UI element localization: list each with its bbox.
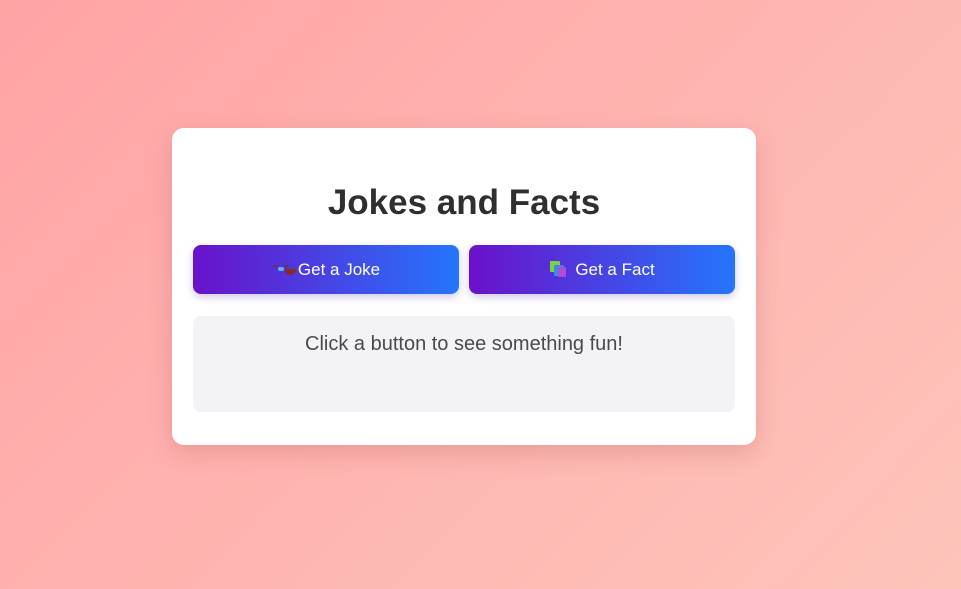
get-fact-label: Get a Fact	[575, 259, 655, 279]
button-row: Get a Joke Get a Fact	[193, 245, 735, 294]
output-panel: Click a button to see something fun!	[193, 316, 735, 412]
laughing-face-icon	[272, 260, 297, 279]
main-card: Jokes and Facts Get a Joke Get a Fact Cl…	[172, 128, 756, 445]
books-icon	[549, 260, 568, 279]
page-title: Jokes and Facts	[327, 183, 601, 222]
get-joke-button[interactable]: Get a Joke	[193, 245, 459, 294]
get-fact-button[interactable]: Get a Fact	[469, 245, 735, 294]
output-text: Click a button to see something fun!	[305, 333, 623, 355]
get-joke-label: Get a Joke	[297, 259, 381, 279]
